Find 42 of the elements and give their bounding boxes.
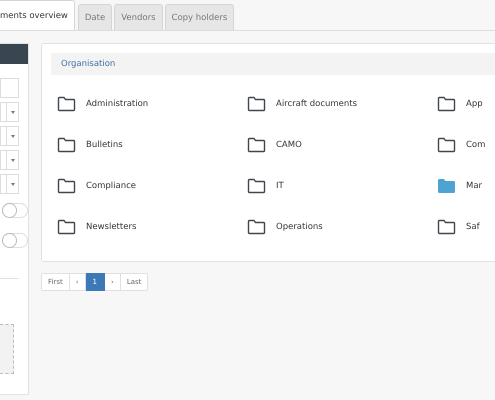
folder-item[interactable]: Com <box>437 134 495 155</box>
folder-icon <box>437 178 456 194</box>
folder-item[interactable]: Saf <box>437 216 495 237</box>
folder-icon <box>57 178 76 194</box>
folder-icon <box>57 136 76 152</box>
folder-icon <box>57 218 76 234</box>
section-title: Organisation <box>61 59 116 69</box>
folder-icon <box>437 218 456 234</box>
dropdown[interactable] <box>0 102 19 122</box>
drop-zone[interactable] <box>0 324 14 374</box>
dropdown[interactable] <box>0 150 19 170</box>
folder-item[interactable]: Compliance <box>57 175 247 196</box>
folder-item[interactable]: Bulletins <box>57 134 247 155</box>
folder-item[interactable]: Administration <box>57 93 247 114</box>
input-field[interactable] <box>0 78 19 98</box>
folder-icon <box>247 218 266 234</box>
folder-icon <box>437 96 456 112</box>
folder-item[interactable]: IT <box>247 175 437 196</box>
folder-item[interactable]: Operations <box>247 216 437 237</box>
caret-icon <box>10 134 14 138</box>
folder-item[interactable]: App <box>437 93 495 114</box>
folder-icon <box>57 96 76 112</box>
tab[interactable]: Vendors <box>114 4 163 30</box>
folder-icon <box>247 136 266 152</box>
folder-icon <box>247 178 266 194</box>
folder-item[interactable]: Mar <box>437 175 495 196</box>
tab[interactable]: Copy holders <box>164 4 234 30</box>
folder-icon <box>247 96 266 112</box>
folder-item[interactable]: CAMO <box>247 134 437 155</box>
folder-icon <box>437 136 456 152</box>
panel-header <box>0 44 28 64</box>
dropdown[interactable] <box>0 174 19 194</box>
tab[interactable]: Date <box>78 4 112 30</box>
caret-icon <box>10 182 14 186</box>
toggle-switch[interactable] <box>2 233 28 248</box>
caret-icon <box>10 158 14 162</box>
toggle-switch[interactable] <box>2 203 28 218</box>
folder-item[interactable]: Aircraft documents <box>247 93 437 114</box>
tab[interactable]: ments overview <box>0 0 75 30</box>
caret-icon <box>10 110 14 114</box>
folder-item[interactable]: Newsletters <box>57 216 247 237</box>
dropdown[interactable] <box>0 126 19 146</box>
